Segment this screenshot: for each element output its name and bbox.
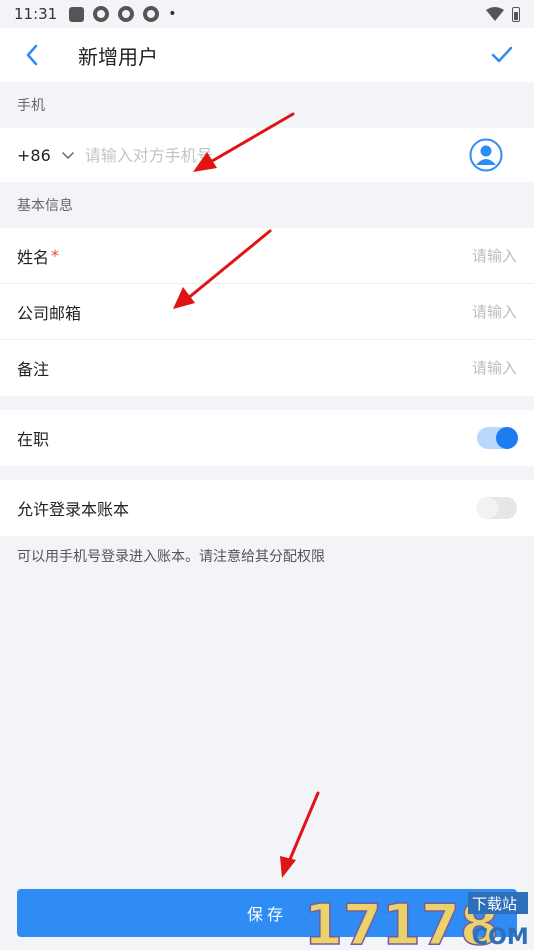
notification-square-icon: [69, 6, 85, 22]
email-label: 公司邮箱: [17, 303, 82, 323]
toggle-knob: [496, 427, 518, 449]
required-mark: *: [51, 246, 60, 265]
back-button[interactable]: [16, 39, 48, 71]
name-label: 姓名: [17, 247, 50, 267]
notification-app-icon: [118, 6, 135, 22]
name-row: 姓名 *: [0, 228, 534, 284]
name-input[interactable]: [59, 246, 517, 265]
basic-info-form: 姓名* 公司邮箱 备注: [0, 228, 534, 396]
note-row: 备注: [0, 340, 534, 396]
allow-login-label: 允许登录本账本: [17, 500, 130, 519]
email-row: 公司邮箱: [0, 284, 534, 340]
wifi-icon: [486, 7, 504, 21]
battery-icon: [512, 6, 520, 22]
page-title: 新增用户: [78, 44, 158, 69]
confirm-button[interactable]: [486, 39, 518, 71]
toggle-knob: [477, 497, 499, 519]
phone-input[interactable]: [84, 145, 469, 165]
allow-login-row: 允许登录本账本: [0, 480, 534, 536]
contact-picker-icon[interactable]: [469, 138, 503, 172]
checkmark-icon: [491, 46, 513, 63]
more-notifications-icon: •: [168, 6, 177, 22]
allow-login-hint: 可以用手机号登录进入账本。请注意给其分配权限: [17, 549, 325, 565]
notification-app-icon: [93, 6, 110, 22]
employment-row: 在职: [0, 410, 534, 466]
phone-row: +86: [0, 128, 534, 182]
allow-login-toggle[interactable]: [477, 497, 517, 519]
employment-toggle[interactable]: [477, 427, 518, 449]
phone-section-label: 手机: [17, 98, 45, 114]
save-button[interactable]: 保存: [17, 889, 517, 937]
status-bar: 11:31 •: [0, 0, 534, 28]
note-input[interactable]: [49, 359, 517, 377]
status-time: 11:31: [14, 5, 58, 23]
notification-app-icon: [143, 6, 160, 22]
chevron-down-icon[interactable]: [61, 148, 75, 162]
annotation-arrow: [280, 791, 320, 878]
employment-label: 在职: [17, 430, 50, 449]
email-input[interactable]: [81, 302, 517, 321]
note-label: 备注: [17, 360, 50, 379]
app-bar: 新增用户: [0, 28, 534, 82]
chevron-left-icon: [26, 44, 38, 66]
basic-info-section-label: 基本信息: [17, 198, 73, 214]
country-code-selector[interactable]: +86: [17, 146, 51, 165]
